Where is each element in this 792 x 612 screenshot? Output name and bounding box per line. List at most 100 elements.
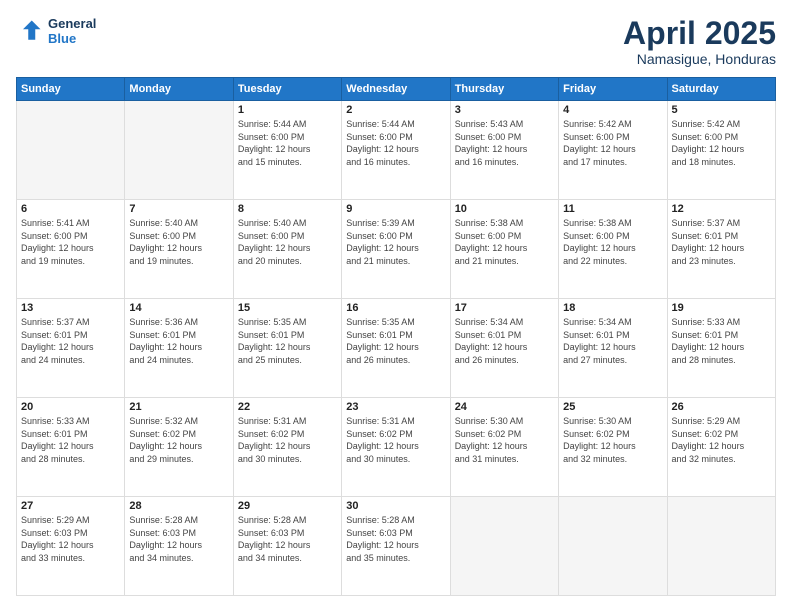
calendar-cell: 6Sunrise: 5:41 AM Sunset: 6:00 PM Daylig… <box>17 200 125 299</box>
day-number: 1 <box>238 104 337 116</box>
calendar-cell <box>17 101 125 200</box>
location: Namasigue, Honduras <box>623 51 776 67</box>
day-number: 28 <box>129 500 228 512</box>
day-number: 20 <box>21 401 120 413</box>
month-title: April 2025 <box>623 16 776 51</box>
logo-icon <box>16 17 44 45</box>
weekday-header: Monday <box>125 78 233 101</box>
calendar-cell: 18 Sunrise: 5:34 AM Sunset: 6:01 PM Dayli… <box>559 299 667 398</box>
calendar-week-row: 27 Sunrise: 5:29 AM Sunset: 6:03 PM Dayli… <box>17 497 776 596</box>
weekday-header: Tuesday <box>233 78 341 101</box>
calendar-cell <box>125 101 233 200</box>
calendar-cell: 1 Sunrise: 5:44 AM Sunset: 6:00 PM Daylig… <box>233 101 341 200</box>
day-number: 23 <box>346 401 445 413</box>
calendar-cell: 19 Sunrise: 5:33 AM Sunset: 6:01 PM Dayli… <box>667 299 775 398</box>
day-number: 29 <box>238 500 337 512</box>
calendar-cell: 11Sunrise: 5:38 AM Sunset: 6:00 PM Dayli… <box>559 200 667 299</box>
day-number: 8 <box>238 203 337 215</box>
day-info: Sunrise: 5:28 AM Sunset: 6:03 PM Dayligh… <box>238 514 337 564</box>
day-info: Sunrise: 5:44 AM Sunset: 6:00 PM Dayligh… <box>346 118 445 168</box>
calendar-cell: 13 Sunrise: 5:37 AM Sunset: 6:01 PM Dayli… <box>17 299 125 398</box>
calendar-cell: 7 Sunrise: 5:40 AM Sunset: 6:00 PM Daylig… <box>125 200 233 299</box>
calendar-cell: 4 Sunrise: 5:42 AM Sunset: 6:00 PM Daylig… <box>559 101 667 200</box>
day-number: 10 <box>455 203 554 215</box>
calendar-cell: 12Sunrise: 5:37 AM Sunset: 6:01 PM Dayli… <box>667 200 775 299</box>
day-info: Sunrise: 5:37 AM Sunset: 6:01 PM Dayligh… <box>21 316 120 366</box>
day-info: Sunrise: 5:31 AM Sunset: 6:02 PM Dayligh… <box>346 415 445 465</box>
day-number: 15 <box>238 302 337 314</box>
calendar-cell: 10 Sunrise: 5:38 AM Sunset: 6:00 PM Dayli… <box>450 200 558 299</box>
day-info: Sunrise: 5:33 AM Sunset: 6:01 PM Dayligh… <box>672 316 771 366</box>
day-info: Sunrise: 5:44 AM Sunset: 6:00 PM Dayligh… <box>238 118 337 168</box>
day-info: Sunrise: 5:28 AM Sunset: 6:03 PM Dayligh… <box>129 514 228 564</box>
calendar-cell: 21 Sunrise: 5:32 AM Sunset: 6:02 PM Dayli… <box>125 398 233 497</box>
day-number: 17 <box>455 302 554 314</box>
day-number: 19 <box>672 302 771 314</box>
calendar-cell: 25Sunrise: 5:30 AM Sunset: 6:02 PM Dayli… <box>559 398 667 497</box>
day-number: 26 <box>672 401 771 413</box>
calendar-cell: 8 Sunrise: 5:40 AM Sunset: 6:00 PM Daylig… <box>233 200 341 299</box>
calendar-week-row: 20 Sunrise: 5:33 AM Sunset: 6:01 PM Dayli… <box>17 398 776 497</box>
calendar-cell: 28 Sunrise: 5:28 AM Sunset: 6:03 PM Dayli… <box>125 497 233 596</box>
day-info: Sunrise: 5:40 AM Sunset: 6:00 PM Dayligh… <box>129 217 228 267</box>
calendar-cell: 20 Sunrise: 5:33 AM Sunset: 6:01 PM Dayli… <box>17 398 125 497</box>
day-info: Sunrise: 5:42 AM Sunset: 6:00 PM Dayligh… <box>563 118 662 168</box>
weekday-header: Saturday <box>667 78 775 101</box>
day-number: 22 <box>238 401 337 413</box>
calendar-cell <box>667 497 775 596</box>
header: General Blue April 2025 Namasigue, Hondu… <box>16 16 776 67</box>
day-info: Sunrise: 5:38 AM Sunset: 6:00 PM Dayligh… <box>563 217 662 267</box>
day-info: Sunrise: 5:32 AM Sunset: 6:02 PM Dayligh… <box>129 415 228 465</box>
day-info: Sunrise: 5:29 AM Sunset: 6:03 PM Dayligh… <box>21 514 120 564</box>
day-number: 9 <box>346 203 445 215</box>
day-number: 21 <box>129 401 228 413</box>
calendar-cell: 23 Sunrise: 5:31 AM Sunset: 6:02 PM Dayli… <box>342 398 450 497</box>
day-info: Sunrise: 5:34 AM Sunset: 6:01 PM Dayligh… <box>563 316 662 366</box>
day-info: Sunrise: 5:43 AM Sunset: 6:00 PM Dayligh… <box>455 118 554 168</box>
day-info: Sunrise: 5:30 AM Sunset: 6:02 PM Dayligh… <box>455 415 554 465</box>
day-number: 24 <box>455 401 554 413</box>
calendar-week-row: 1 Sunrise: 5:44 AM Sunset: 6:00 PM Daylig… <box>17 101 776 200</box>
day-info: Sunrise: 5:35 AM Sunset: 6:01 PM Dayligh… <box>238 316 337 366</box>
calendar-week-row: 13 Sunrise: 5:37 AM Sunset: 6:01 PM Dayli… <box>17 299 776 398</box>
day-info: Sunrise: 5:31 AM Sunset: 6:02 PM Dayligh… <box>238 415 337 465</box>
day-number: 30 <box>346 500 445 512</box>
day-info: Sunrise: 5:39 AM Sunset: 6:00 PM Dayligh… <box>346 217 445 267</box>
calendar-cell: 17 Sunrise: 5:34 AM Sunset: 6:01 PM Dayli… <box>450 299 558 398</box>
day-info: Sunrise: 5:38 AM Sunset: 6:00 PM Dayligh… <box>455 217 554 267</box>
day-info: Sunrise: 5:33 AM Sunset: 6:01 PM Dayligh… <box>21 415 120 465</box>
day-number: 7 <box>129 203 228 215</box>
weekday-header: Wednesday <box>342 78 450 101</box>
calendar-cell: 2 Sunrise: 5:44 AM Sunset: 6:00 PM Daylig… <box>342 101 450 200</box>
day-info: Sunrise: 5:36 AM Sunset: 6:01 PM Dayligh… <box>129 316 228 366</box>
day-number: 18 <box>563 302 662 314</box>
calendar-cell: 27 Sunrise: 5:29 AM Sunset: 6:03 PM Dayli… <box>17 497 125 596</box>
logo: General Blue <box>16 16 96 46</box>
calendar-cell: 3Sunrise: 5:43 AM Sunset: 6:00 PM Daylig… <box>450 101 558 200</box>
calendar-cell <box>559 497 667 596</box>
day-number: 13 <box>21 302 120 314</box>
calendar-cell <box>450 497 558 596</box>
day-number: 4 <box>563 104 662 116</box>
calendar-cell: 14Sunrise: 5:36 AM Sunset: 6:01 PM Dayli… <box>125 299 233 398</box>
day-number: 12 <box>672 203 771 215</box>
day-number: 27 <box>21 500 120 512</box>
day-info: Sunrise: 5:35 AM Sunset: 6:01 PM Dayligh… <box>346 316 445 366</box>
calendar-cell: 16 Sunrise: 5:35 AM Sunset: 6:01 PM Dayli… <box>342 299 450 398</box>
day-number: 16 <box>346 302 445 314</box>
day-number: 2 <box>346 104 445 116</box>
weekday-header: Sunday <box>17 78 125 101</box>
calendar-cell: 15 Sunrise: 5:35 AM Sunset: 6:01 PM Dayli… <box>233 299 341 398</box>
calendar-cell: 9 Sunrise: 5:39 AM Sunset: 6:00 PM Daylig… <box>342 200 450 299</box>
calendar-cell: 30Sunrise: 5:28 AM Sunset: 6:03 PM Dayli… <box>342 497 450 596</box>
weekday-header-row: SundayMondayTuesdayWednesdayThursdayFrid… <box>17 78 776 101</box>
day-number: 5 <box>672 104 771 116</box>
day-number: 6 <box>21 203 120 215</box>
page: General Blue April 2025 Namasigue, Hondu… <box>0 0 792 612</box>
day-info: Sunrise: 5:40 AM Sunset: 6:00 PM Dayligh… <box>238 217 337 267</box>
calendar-cell: 29 Sunrise: 5:28 AM Sunset: 6:03 PM Dayli… <box>233 497 341 596</box>
calendar-cell: 5 Sunrise: 5:42 AM Sunset: 6:00 PM Daylig… <box>667 101 775 200</box>
day-info: Sunrise: 5:42 AM Sunset: 6:00 PM Dayligh… <box>672 118 771 168</box>
weekday-header: Friday <box>559 78 667 101</box>
day-info: Sunrise: 5:34 AM Sunset: 6:01 PM Dayligh… <box>455 316 554 366</box>
